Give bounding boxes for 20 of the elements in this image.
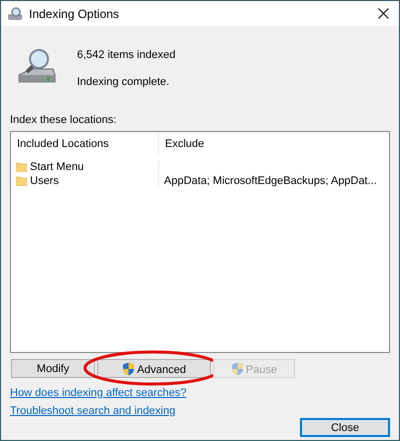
help-link[interactable]: Troubleshoot search and indexing bbox=[10, 405, 176, 417]
help-link[interactable]: How does indexing affect searches? bbox=[10, 387, 187, 399]
shield-icon bbox=[230, 362, 244, 376]
dialog-button[interactable]: Modify bbox=[11, 359, 95, 378]
items-indexed-count: 6,542 items indexed bbox=[77, 48, 176, 60]
indexing-status: Indexing complete. bbox=[77, 76, 170, 88]
location-name[interactable]: Start Menu bbox=[30, 161, 84, 173]
locations-label: Index these locations: bbox=[9, 113, 118, 126]
window-title: Indexing Options bbox=[29, 6, 120, 20]
shield-icon bbox=[122, 362, 136, 376]
app-icon bbox=[7, 6, 23, 20]
folder-icon bbox=[16, 176, 27, 186]
exclude-paths: AppData; MicrosoftEdgeBackups; AppDat... bbox=[164, 175, 377, 187]
folder-icon bbox=[16, 162, 27, 172]
close-icon[interactable] bbox=[378, 8, 389, 19]
location-name[interactable]: Users bbox=[30, 175, 59, 187]
column-header[interactable]: Exclude bbox=[159, 132, 389, 156]
dialog-button[interactable]: Advanced bbox=[97, 359, 211, 378]
column-header[interactable]: Included Locations bbox=[11, 132, 159, 156]
close-button[interactable]: Close bbox=[300, 418, 390, 437]
